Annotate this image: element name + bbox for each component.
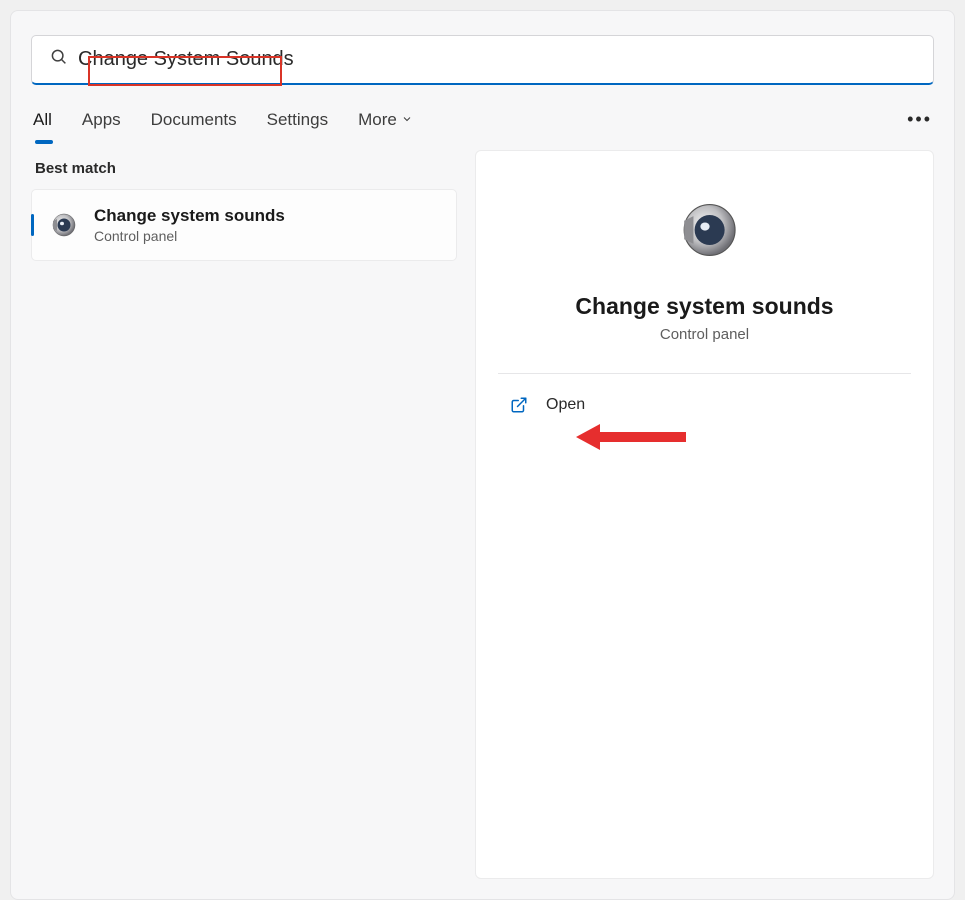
tab-apps[interactable]: Apps [82,110,121,144]
tab-more[interactable]: More [358,110,413,144]
tabs-row: All Apps Documents Settings More ••• [31,109,934,144]
speaker-icon [46,209,78,241]
tab-settings[interactable]: Settings [267,110,328,144]
overflow-menu-button[interactable]: ••• [907,109,932,144]
preview-subtitle: Control panel [660,326,749,343]
preview-title: Change system sounds [575,293,833,320]
speaker-icon-large [668,193,742,267]
tab-more-label: More [358,110,397,130]
search-window: All Apps Documents Settings More ••• Bes… [10,10,955,900]
result-subtitle: Control panel [94,228,285,244]
result-text: Change system sounds Control panel [94,206,285,244]
tab-all[interactable]: All [33,110,52,144]
preview-panel: Change system sounds Control panel Open [475,150,934,879]
result-change-system-sounds[interactable]: Change system sounds Control panel [31,189,457,261]
tab-documents[interactable]: Documents [151,110,237,144]
open-action-label: Open [546,396,585,414]
result-title: Change system sounds [94,206,285,226]
open-action[interactable]: Open [504,396,905,414]
open-external-icon [510,396,528,414]
search-input[interactable] [78,48,915,71]
search-bar[interactable] [31,35,934,85]
divider [498,373,911,374]
results-column: Best match [31,150,457,879]
content-columns: Best match [31,150,934,879]
search-icon [50,48,68,71]
section-label-best-match: Best match [35,160,457,177]
chevron-down-icon [401,110,413,130]
